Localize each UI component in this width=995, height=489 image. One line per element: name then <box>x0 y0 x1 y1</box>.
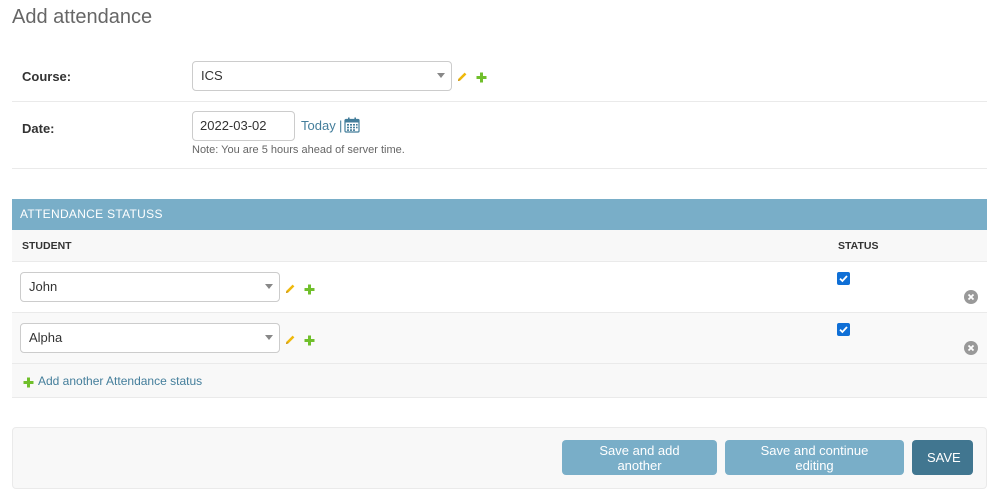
checkmark-icon <box>839 275 848 283</box>
page-title: Add attendance <box>12 6 153 28</box>
calendar-icon[interactable] <box>344 117 360 138</box>
save-button[interactable]: SAVE <box>912 440 973 475</box>
delete-x-icon[interactable] <box>964 341 978 360</box>
table-row: Alpha <box>12 313 987 364</box>
column-header-status: STATUS <box>838 240 879 252</box>
today-link[interactable]: Today <box>301 118 336 133</box>
column-header-student: STUDENT <box>22 240 72 252</box>
add-row: Add another Attendance status <box>12 364 987 398</box>
date-help-text: Note: You are 5 hours ahead of server ti… <box>192 144 405 156</box>
form-row-date: Date: 2022-03-02 Today | Note: You are 5… <box>12 102 987 169</box>
add-student-plus-icon[interactable] <box>304 333 315 351</box>
save-and-add-another-button[interactable]: Save and add another <box>562 440 717 475</box>
date-input[interactable]: 2022-03-02 <box>192 111 295 141</box>
chevron-down-icon <box>265 284 273 289</box>
checkmark-icon <box>839 326 848 334</box>
chevron-down-icon <box>437 73 445 78</box>
student-select-value: Alpha <box>29 330 63 345</box>
add-student-plus-icon[interactable] <box>304 282 315 300</box>
course-select[interactable]: ICS <box>192 61 452 91</box>
save-and-continue-button[interactable]: Save and continue editing <box>725 440 904 475</box>
delete-x-icon[interactable] <box>964 290 978 309</box>
status-checkbox[interactable] <box>837 272 850 285</box>
course-select-value: ICS <box>201 68 223 83</box>
student-select[interactable]: Alpha <box>20 323 280 353</box>
status-checkbox[interactable] <box>837 323 850 336</box>
student-select[interactable]: John <box>20 272 280 302</box>
form-row-course: Course: ICS <box>12 51 987 102</box>
add-course-plus-icon[interactable] <box>476 70 487 88</box>
inline-column-headers: STUDENT STATUS <box>12 230 987 262</box>
student-select-value: John <box>29 279 58 294</box>
add-another-attendance-status-link[interactable]: Add another Attendance status <box>38 374 202 388</box>
submit-row: Save and add another Save and continue e… <box>12 427 987 489</box>
plus-icon <box>23 375 34 393</box>
edit-student-pencil-icon[interactable] <box>285 332 296 350</box>
attendance-status-inline-group: ATTENDANCE STATUSS STUDENT STATUS John A… <box>12 199 987 398</box>
course-label: Course: <box>22 69 72 84</box>
edit-student-pencil-icon[interactable] <box>285 281 296 299</box>
date-label: Date: <box>22 121 55 136</box>
table-row: John <box>12 262 987 313</box>
inline-header: ATTENDANCE STATUSS <box>12 199 987 230</box>
date-separator: | <box>339 118 343 133</box>
chevron-down-icon <box>265 335 273 340</box>
edit-course-pencil-icon[interactable] <box>457 69 468 87</box>
